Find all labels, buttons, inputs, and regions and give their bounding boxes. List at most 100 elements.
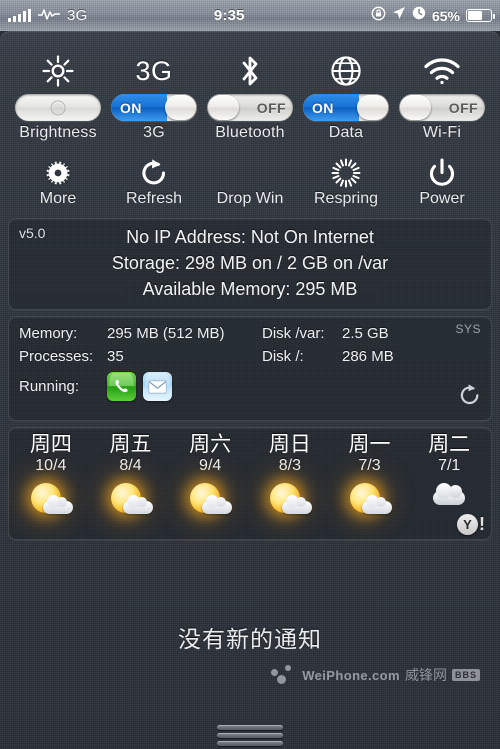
- 3g-switch-knob[interactable]: [165, 95, 196, 120]
- sys-tag-label: SYS: [455, 322, 481, 337]
- weather-day-4: 周一 7/3: [330, 434, 410, 533]
- globe-icon: [329, 49, 363, 93]
- 3g-text-icon: 3G: [135, 55, 173, 86]
- toggles-row: Brightness 3G ON 3G OFF Bluetooth ON Dat…: [8, 41, 492, 146]
- action-refresh[interactable]: Refresh: [106, 152, 202, 208]
- sys-value-processes: 35: [107, 348, 124, 366]
- watermark-site: WeiPhone.com: [302, 667, 400, 683]
- sys-refresh-button[interactable]: [459, 383, 481, 412]
- bluetooth-switch-state: OFF: [256, 99, 286, 116]
- clock-label: 9:35: [213, 6, 245, 24]
- sys-key-running: Running:: [19, 378, 80, 396]
- phone-app-icon[interactable]: [107, 372, 136, 402]
- sun-cloud-icon: [182, 479, 238, 523]
- sys-row-processes: Processes: 35 Disk /: 286 MB: [19, 348, 481, 365]
- weather-day-temps: 8/4: [119, 457, 142, 475]
- bluetooth-switch-knob[interactable]: [208, 95, 239, 120]
- wifi-switch-state: OFF: [448, 99, 478, 116]
- weather-day-0: 周四 10/4: [11, 434, 91, 533]
- sys-key-processes: Processes:: [19, 348, 94, 366]
- spinner-icon: [331, 152, 361, 188]
- weather-day-temps: 7/1: [438, 457, 461, 475]
- alarm-clock-icon: [412, 6, 426, 25]
- toggle-label-data: Data: [328, 124, 364, 141]
- toggle-label-wifi: Wi-Fi: [422, 124, 462, 141]
- weather-days: 周四 10/4 周五 8/4 周六 9/4 周日 8/3 周一 7/3 周二 7…: [11, 434, 489, 533]
- sys-key-memory: Memory:: [19, 325, 78, 343]
- weather-day-temps: 9/4: [199, 457, 222, 475]
- battery-icon: [466, 9, 495, 22]
- refresh-arrow-icon: [140, 152, 168, 188]
- toggle-bluetooth[interactable]: OFF Bluetooth: [202, 49, 298, 142]
- activity-waveform-icon: [38, 7, 60, 25]
- status-bar-left: 3G: [0, 7, 88, 25]
- yahoo-badge-bang: !: [479, 514, 485, 535]
- mail-app-icon[interactable]: [143, 372, 172, 402]
- weather-day-name: 周一: [348, 433, 391, 457]
- info-line-storage: Storage: 298 MB on / 2 GB on /var: [111, 253, 389, 274]
- 3g-switch-state: ON: [120, 99, 142, 116]
- bluetooth-icon: [237, 49, 263, 93]
- weather-day-temps: 10/4: [35, 457, 67, 475]
- no-notifications-label: 没有新的通知: [178, 626, 322, 652]
- action-label-drop-win: Drop Win: [216, 190, 284, 207]
- data-switch[interactable]: ON: [303, 94, 389, 121]
- toggle-label-bluetooth: Bluetooth: [215, 124, 285, 141]
- action-label-more: More: [39, 190, 77, 207]
- action-drop-win[interactable]: Drop Win: [202, 152, 298, 208]
- location-arrow-icon: [392, 6, 406, 25]
- sys-row-memory: Memory: 295 MB (512 MB) Disk /var: 2.5 G…: [19, 325, 481, 342]
- yahoo-weather-badge: Y !: [457, 514, 485, 536]
- brightness-slider-knob[interactable]: [50, 100, 66, 115]
- brightness-slider[interactable]: [15, 94, 101, 121]
- watermark: WeiPhone.com 威锋网 BBS: [271, 665, 480, 685]
- sys-panel: SYS Memory: 295 MB (512 MB) Disk /var: 2…: [8, 316, 492, 422]
- action-label-power: Power: [419, 190, 465, 207]
- toggle-3g[interactable]: 3G ON 3G: [106, 49, 202, 142]
- data-switch-state: ON: [312, 99, 334, 116]
- toggle-brightness[interactable]: Brightness: [10, 49, 106, 142]
- status-bar-center: 9:35: [88, 7, 371, 25]
- watermark-cn: 威锋网: [404, 667, 447, 683]
- action-respring[interactable]: Respring: [298, 152, 394, 208]
- toggle-wifi[interactable]: OFF Wi-Fi: [394, 49, 490, 142]
- sun-cloud-icon: [23, 479, 79, 523]
- power-icon: [428, 152, 456, 188]
- brightness-sun-icon: [41, 49, 75, 93]
- toggle-label-3g: 3G: [143, 124, 165, 141]
- info-panel: v5.0 No IP Address: Not On Internet Stor…: [8, 218, 492, 311]
- info-line-ip: No IP Address: Not On Internet: [126, 227, 374, 247]
- weather-day-2: 周六 9/4: [170, 434, 250, 533]
- action-label-respring: Respring: [313, 190, 379, 207]
- 3g-switch[interactable]: ON: [111, 94, 197, 121]
- sys-key-disk-var: Disk /var:: [262, 325, 325, 343]
- yahoo-badge-letter: Y: [457, 514, 478, 536]
- drag-grip-handle[interactable]: [217, 725, 283, 746]
- data-switch-knob[interactable]: [357, 95, 388, 120]
- sys-value-memory: 295 MB (512 MB): [107, 325, 225, 343]
- weiphone-logo-icon: [271, 665, 297, 685]
- version-label: v5.0: [19, 225, 46, 241]
- watermark-bbs: BBS: [451, 669, 480, 681]
- weather-day-3: 周日 8/3: [250, 434, 330, 533]
- status-bar-right: 65%: [371, 6, 500, 26]
- bluetooth-switch[interactable]: OFF: [207, 94, 293, 121]
- weather-day-name: 周五: [109, 433, 152, 457]
- weather-day-name: 周二: [428, 433, 471, 457]
- battery-percent-label: 65%: [431, 7, 460, 24]
- action-power[interactable]: Power: [394, 152, 490, 208]
- toggle-data[interactable]: ON Data: [298, 49, 394, 142]
- weather-day-temps: 7/3: [358, 457, 381, 475]
- weather-day-name: 周四: [29, 433, 72, 457]
- weather-panel[interactable]: 周四 10/4 周五 8/4 周六 9/4 周日 8/3 周一 7/3 周二 7…: [8, 427, 492, 541]
- sys-row-running: Running:: [19, 372, 481, 402]
- sun-cloud-icon: [262, 479, 318, 523]
- wifi-icon: [423, 49, 461, 93]
- rotation-lock-icon: [371, 6, 386, 26]
- sys-value-disk-root: 286 MB: [342, 348, 394, 366]
- wifi-switch-knob[interactable]: [400, 95, 431, 120]
- action-label-refresh: Refresh: [125, 190, 183, 207]
- wifi-switch[interactable]: OFF: [399, 94, 485, 121]
- sun-cloud-icon: [342, 479, 398, 523]
- action-more[interactable]: More: [10, 152, 106, 208]
